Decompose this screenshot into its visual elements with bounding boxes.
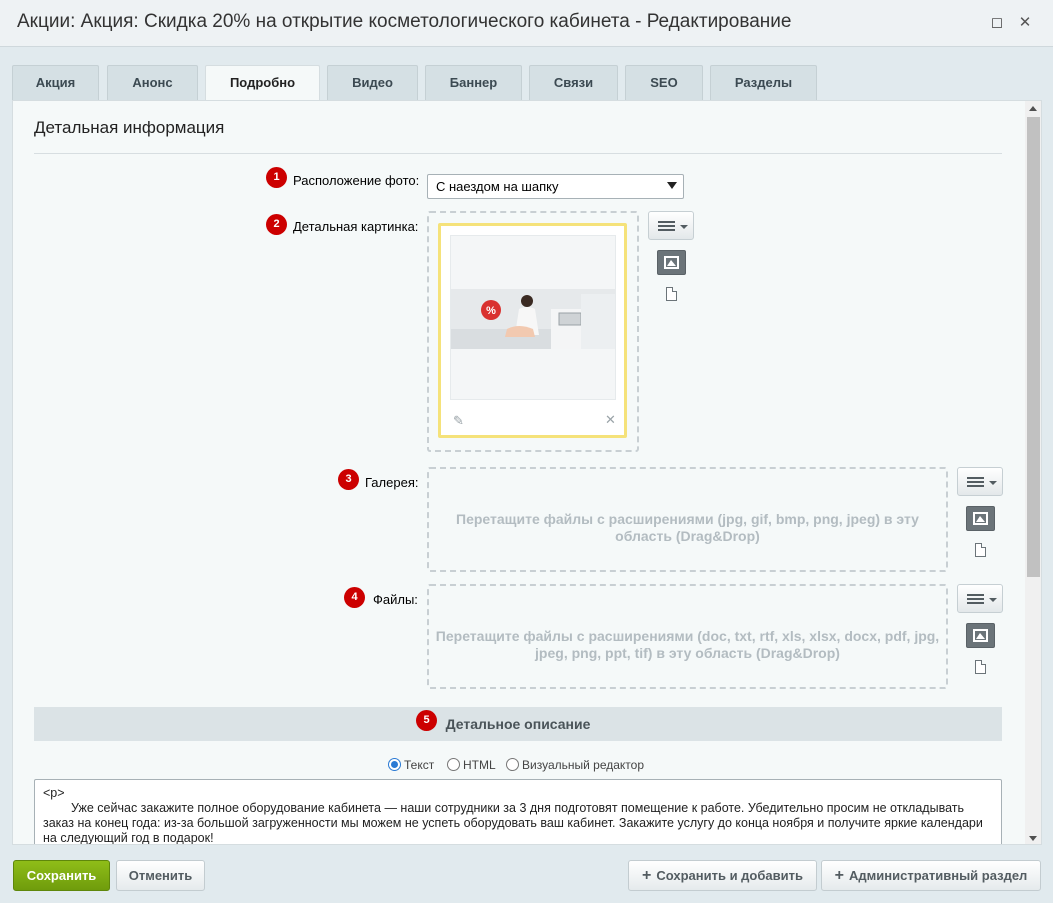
files-dropzone[interactable]: Перетащите файлы с расширениями (doc, tx…	[427, 584, 948, 689]
scroll-up-icon[interactable]	[1029, 106, 1037, 111]
section-title: Детальная информация	[34, 118, 225, 137]
detail-description-header: Детальное описание	[34, 707, 1002, 741]
file-icon[interactable]	[975, 660, 986, 674]
menu-icon	[967, 594, 984, 604]
step-badge-5: 5	[416, 710, 437, 731]
admin-section-label: Административный раздел	[849, 868, 1028, 883]
save-and-add-label: Сохранить и добавить	[656, 868, 803, 883]
description-tag: <p>	[43, 786, 65, 800]
window-titlebar: Акции: Акция: Скидка 20% на открытие кос…	[0, 0, 1053, 47]
files-dropzone-text: Перетащите файлы с расширениями (doc, tx…	[435, 628, 940, 661]
tab-video[interactable]: Видео	[327, 65, 418, 100]
photo-position-value: С наездом на шапку	[436, 179, 559, 194]
detail-picture-label: Детальная картинка:	[293, 219, 419, 234]
tab-sections[interactable]: Разделы	[710, 65, 817, 100]
detail-description-title: Детальное описание	[445, 716, 591, 732]
step-badge-2: 2	[266, 214, 287, 235]
image-upload-icon[interactable]	[966, 623, 995, 648]
photo-position-select[interactable]: С наездом на шапку	[427, 174, 684, 199]
scroll-down-icon[interactable]	[1029, 836, 1037, 841]
tab-content: Детальная информация 1 Расположение фото…	[12, 100, 1042, 845]
dropdown-arrow-icon	[989, 598, 997, 602]
save-button[interactable]: Сохранить	[13, 860, 110, 891]
maximize-icon[interactable]: ◻	[988, 14, 1006, 32]
tab-announcement[interactable]: Анонс	[107, 65, 198, 100]
cancel-button[interactable]: Отменить	[116, 860, 205, 891]
mode-label-html: HTML	[463, 758, 496, 772]
mode-label-visual-editor: Визуальный редактор	[522, 758, 645, 772]
description-textarea[interactable]: <p> Уже сейчас закажите полное оборудова…	[34, 779, 1002, 845]
footer-bar: Сохранить Отменить + Сохранить и добавить…	[0, 846, 1053, 903]
plus-icon: +	[642, 867, 652, 884]
gallery-dropzone[interactable]: Перетащите файлы с расширениями (jpg, gi…	[427, 467, 948, 572]
save-and-add-button[interactable]: + Сохранить и добавить	[628, 860, 817, 891]
description-text: Уже сейчас закажите полное оборудование …	[43, 801, 983, 845]
step-badge-3: 3	[338, 469, 359, 490]
step-badge-4: 4	[344, 587, 365, 608]
gallery-menu-button[interactable]	[957, 467, 1003, 496]
detail-picture-menu-button[interactable]	[648, 211, 694, 240]
chevron-down-icon	[667, 182, 677, 189]
photo-position-label: Расположение фото:	[293, 173, 420, 188]
file-icon[interactable]	[666, 287, 677, 301]
dropdown-arrow-icon	[680, 225, 688, 229]
menu-icon	[967, 477, 984, 487]
image-upload-icon[interactable]	[966, 506, 995, 531]
detail-picture-preview[interactable]: % ✎ ✕	[438, 223, 627, 438]
menu-icon	[658, 221, 675, 231]
promo-photo: %	[451, 289, 615, 349]
dropdown-arrow-icon	[989, 481, 997, 485]
tab-promo[interactable]: Акция	[12, 65, 99, 100]
mode-label-text: Текст	[404, 758, 435, 772]
admin-section-button[interactable]: + Административный раздел	[821, 860, 1041, 891]
gallery-dropzone-text: Перетащите файлы с расширениями (jpg, gi…	[456, 511, 919, 544]
scrollbar-thumb[interactable]	[1027, 117, 1040, 577]
window-title: Акции: Акция: Скидка 20% на открытие кос…	[17, 11, 792, 32]
tab-details[interactable]: Подробно	[205, 65, 320, 102]
files-label: Файлы:	[373, 592, 418, 607]
preview-image-area: %	[450, 235, 616, 400]
tab-links[interactable]: Связи	[529, 65, 618, 100]
delete-icon[interactable]: ✕	[605, 412, 616, 428]
divider	[34, 153, 1002, 154]
gallery-label: Галерея:	[365, 475, 419, 490]
svg-text:%: %	[486, 305, 496, 317]
content-scrollbar[interactable]	[1025, 101, 1041, 844]
file-icon[interactable]	[975, 543, 986, 557]
image-upload-icon[interactable]	[657, 250, 686, 275]
tab-banner[interactable]: Баннер	[425, 65, 522, 100]
step-badge-1: 1	[266, 167, 287, 188]
tab-seo[interactable]: SEO	[625, 65, 703, 100]
files-menu-button[interactable]	[957, 584, 1003, 613]
close-icon[interactable]: ✕	[1016, 14, 1034, 32]
edit-pencil-icon[interactable]: ✎	[453, 413, 464, 429]
plus-icon: +	[834, 867, 845, 884]
